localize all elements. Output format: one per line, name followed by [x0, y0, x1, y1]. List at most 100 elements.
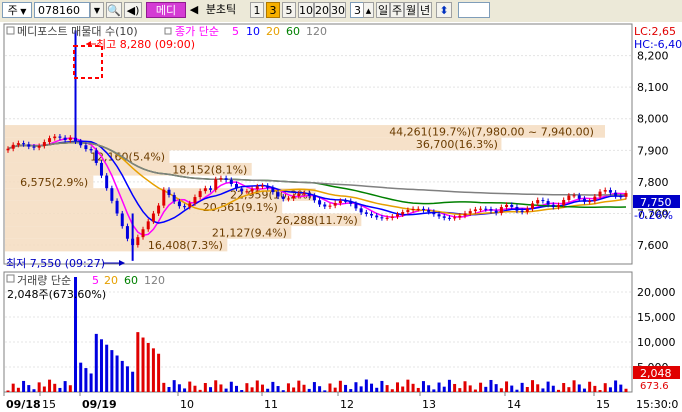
candle-body — [63, 137, 67, 141]
candle-body — [53, 136, 57, 139]
candle-body — [344, 200, 348, 202]
candle-body — [32, 146, 36, 148]
candle-body — [582, 198, 586, 202]
interval-type-label[interactable]: 분초틱 — [200, 2, 242, 18]
interval-3-button[interactable]: 3 — [266, 2, 280, 18]
current-price: 7,750 — [640, 196, 672, 209]
candle-body — [556, 205, 560, 208]
candle-body — [390, 216, 394, 218]
volume-bar — [375, 387, 379, 392]
period-week-button[interactable]: 주 — [390, 2, 404, 18]
volume-bar — [619, 384, 623, 392]
x-tick-label: 09/18 — [6, 398, 41, 411]
prev-arrow-icon[interactable]: ◀ — [188, 2, 200, 18]
extra-input[interactable] — [458, 2, 490, 18]
volume-bar — [567, 387, 571, 392]
candle-body — [364, 212, 368, 214]
volume-bar — [188, 381, 192, 392]
volume-bar — [48, 379, 52, 392]
candle-body — [183, 206, 187, 208]
x-tick-label: 11 — [264, 398, 278, 411]
candle-body — [286, 198, 290, 200]
volume-bar — [515, 389, 519, 392]
candle-body — [370, 213, 374, 216]
volume-bar — [79, 362, 83, 392]
candle-body — [48, 138, 52, 143]
chevron-down-icon: ▼ — [17, 7, 27, 16]
current-volume: 2,048 — [640, 367, 672, 380]
candle-body — [193, 197, 197, 204]
volume-bar — [302, 384, 306, 392]
candle-body — [395, 214, 399, 217]
volume-bar — [328, 383, 332, 392]
volume-bar — [427, 385, 431, 392]
period-spin-button[interactable]: ▲ — [363, 2, 374, 18]
search-button[interactable]: 🔍 — [106, 2, 122, 18]
ma-toggle-icon[interactable] — [164, 27, 172, 35]
volume-bar — [120, 360, 124, 392]
sound-button[interactable]: ◀) — [124, 2, 142, 18]
market-select[interactable]: 주 ▼ — [2, 2, 32, 18]
candle-body — [219, 178, 223, 180]
spin-icon: ▲ — [365, 7, 372, 15]
volume-bar — [525, 387, 529, 392]
candle-body — [105, 175, 109, 189]
volume-bar — [105, 344, 109, 392]
volume-bar — [198, 389, 202, 392]
volume-bar — [240, 390, 244, 392]
candle-body — [619, 196, 623, 198]
volume-bar — [203, 383, 207, 392]
volume-profile-label: 21,127(9.4%) — [212, 226, 287, 239]
candle-body — [188, 203, 192, 207]
stock-name-button[interactable]: 메디 — [146, 2, 186, 18]
candle-body — [250, 188, 254, 192]
interval-20-button[interactable]: 20 — [314, 2, 330, 18]
interval-30-button[interactable]: 30 — [330, 2, 346, 18]
code-dropdown-button[interactable]: ▼ — [90, 2, 104, 18]
interval-10-button[interactable]: 10 — [298, 2, 314, 18]
volume-bar — [266, 388, 270, 392]
candle-body — [437, 214, 441, 217]
volume-bar — [271, 381, 275, 392]
volume-tick-label: 20,000 — [637, 286, 676, 299]
candle-body — [577, 195, 581, 199]
volume-bar — [395, 382, 399, 392]
interval-1-button[interactable]: 1 — [250, 2, 264, 18]
candle-body — [115, 200, 119, 214]
period-day-button[interactable]: 일 — [376, 2, 390, 18]
candle-body — [427, 209, 431, 212]
x-tick-label: 09/19 — [82, 398, 117, 411]
volume-bar — [16, 387, 20, 392]
volume-bar — [250, 387, 254, 392]
volume-bar — [520, 382, 524, 392]
price-tick-label: 7,600 — [637, 239, 669, 252]
updown-arrow-button[interactable]: ⬍ — [436, 2, 452, 18]
candle-body — [598, 191, 602, 197]
candle-body — [42, 142, 46, 146]
candle-body — [349, 200, 353, 204]
stock-code-input[interactable]: 078160 — [34, 2, 90, 18]
vol-ma-period-120: 120 — [144, 274, 165, 287]
volume-bar — [245, 383, 249, 392]
volume-bar — [603, 383, 607, 392]
candle-body — [292, 196, 296, 199]
candle-body — [499, 207, 503, 213]
volume-bar — [437, 382, 441, 392]
candle-body — [338, 200, 342, 204]
period-year-button[interactable]: 년 — [418, 2, 432, 18]
candle-body — [473, 209, 477, 212]
period-month-button[interactable]: 월 — [404, 2, 418, 18]
candle-body — [6, 148, 10, 151]
candle-body — [89, 149, 93, 151]
volume-toggle-icon[interactable] — [6, 274, 15, 283]
volume-profile-label: 20,561(9.1%) — [203, 201, 278, 214]
candle-body — [608, 190, 612, 193]
interval-5-button[interactable]: 5 — [282, 2, 296, 18]
volume-bar — [463, 381, 467, 392]
volume-bar — [582, 388, 586, 392]
candle-body — [421, 208, 425, 210]
panel-toggle-icon[interactable] — [6, 26, 15, 35]
volume-bar — [172, 380, 176, 392]
candle-body — [593, 196, 597, 202]
volume-profile-label: 16,408(7.3%) — [148, 239, 223, 252]
